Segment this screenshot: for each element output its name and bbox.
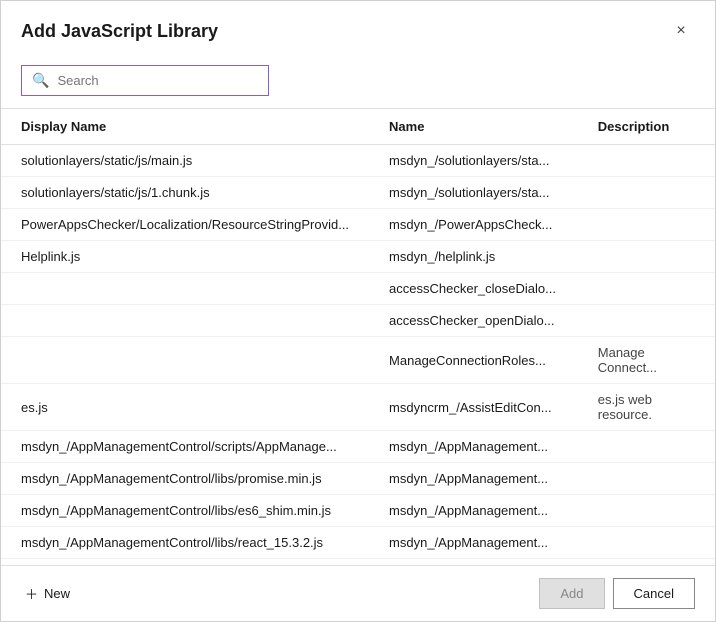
table-row[interactable]: accessChecker_openDialo...	[1, 305, 715, 337]
table-row[interactable]: accessChecker_closeDialo...	[1, 273, 715, 305]
cell-description	[578, 527, 715, 559]
cell-display-name	[1, 337, 369, 384]
table-header-row: Display Name Name Description	[1, 109, 715, 145]
cell-display-name: msdyn_/AppManagementControl/libs/promise…	[1, 463, 369, 495]
table-row[interactable]: msdyn_/AppManagementControl/libs/es6_shi…	[1, 495, 715, 527]
close-button[interactable]: ×	[667, 17, 695, 45]
cell-name: msdyn_/AppManagement...	[369, 463, 578, 495]
table-row[interactable]: msdyn_/AppManagementControl/libs/react_1…	[1, 527, 715, 559]
cell-name: msdyn_/PowerAppsCheck...	[369, 209, 578, 241]
plus-icon: ＋	[25, 584, 38, 603]
dialog-footer: ＋ New Add Cancel	[1, 565, 715, 621]
cell-display-name: solutionlayers/static/js/main.js	[1, 145, 369, 177]
cell-name: ManageConnectionRoles...	[369, 337, 578, 384]
cell-display-name	[1, 273, 369, 305]
footer-actions: Add Cancel	[539, 578, 695, 609]
cell-description	[578, 431, 715, 463]
cell-display-name: msdyn_/AppManagementControl/libs/es6_shi…	[1, 495, 369, 527]
col-name: Name	[369, 109, 578, 145]
cell-name: msdyn_/AppManagement...	[369, 431, 578, 463]
dialog-header: Add JavaScript Library ×	[1, 1, 715, 55]
cell-display-name: msdyn_/AppManagementControl/scripts/AppM…	[1, 431, 369, 463]
table-row[interactable]: msdyn_/AppManagementControl/scripts/AppM…	[1, 431, 715, 463]
cell-name: msdyn_/solutionlayers/sta...	[369, 177, 578, 209]
cell-name: msdyn_/solutionlayers/sta...	[369, 145, 578, 177]
cell-display-name: Helplink.js	[1, 241, 369, 273]
cell-display-name	[1, 305, 369, 337]
cell-description	[578, 495, 715, 527]
add-javascript-library-dialog: Add JavaScript Library × 🔍 Display Name …	[0, 0, 716, 622]
col-display-name: Display Name	[1, 109, 369, 145]
cell-display-name: es.js	[1, 384, 369, 431]
cell-display-name: msdyn_/AppManagementControl/libs/react_1…	[1, 527, 369, 559]
table-container[interactable]: Display Name Name Description solutionla…	[1, 108, 715, 565]
cell-description	[578, 241, 715, 273]
library-table: Display Name Name Description solutionla…	[1, 109, 715, 559]
table-row[interactable]: Helplink.jsmsdyn_/helplink.js	[1, 241, 715, 273]
cell-display-name: PowerAppsChecker/Localization/ResourceSt…	[1, 209, 369, 241]
cell-description: es.js web resource.	[578, 384, 715, 431]
cell-description	[578, 209, 715, 241]
table-row[interactable]: PowerAppsChecker/Localization/ResourceSt…	[1, 209, 715, 241]
table-row[interactable]: ManageConnectionRoles...Manage Connect..…	[1, 337, 715, 384]
table-row[interactable]: solutionlayers/static/js/1.chunk.jsmsdyn…	[1, 177, 715, 209]
cell-description	[578, 273, 715, 305]
add-button[interactable]: Add	[539, 578, 604, 609]
cell-name: msdyn_/AppManagement...	[369, 527, 578, 559]
col-description: Description	[578, 109, 715, 145]
cell-name: accessChecker_openDialo...	[369, 305, 578, 337]
table-row[interactable]: solutionlayers/static/js/main.jsmsdyn_/s…	[1, 145, 715, 177]
new-button[interactable]: ＋ New	[21, 578, 74, 609]
table-row[interactable]: es.jsmsdyncrm_/AssistEditCon...es.js web…	[1, 384, 715, 431]
search-area: 🔍	[1, 55, 715, 108]
cell-name: msdyncrm_/AssistEditCon...	[369, 384, 578, 431]
cell-description	[578, 177, 715, 209]
cell-description	[578, 305, 715, 337]
cell-name: msdyn_/AppManagement...	[369, 495, 578, 527]
cell-display-name: solutionlayers/static/js/1.chunk.js	[1, 177, 369, 209]
cell-description	[578, 145, 715, 177]
new-label: New	[44, 586, 70, 601]
cell-name: msdyn_/helplink.js	[369, 241, 578, 273]
cell-description: Manage Connect...	[578, 337, 715, 384]
search-box: 🔍	[21, 65, 269, 96]
table-row[interactable]: msdyn_/AppManagementControl/libs/promise…	[1, 463, 715, 495]
dialog-title: Add JavaScript Library	[21, 21, 218, 42]
search-icon: 🔍	[32, 72, 49, 89]
cell-description	[578, 463, 715, 495]
cancel-button[interactable]: Cancel	[613, 578, 695, 609]
search-input[interactable]	[57, 73, 258, 88]
cell-name: accessChecker_closeDialo...	[369, 273, 578, 305]
